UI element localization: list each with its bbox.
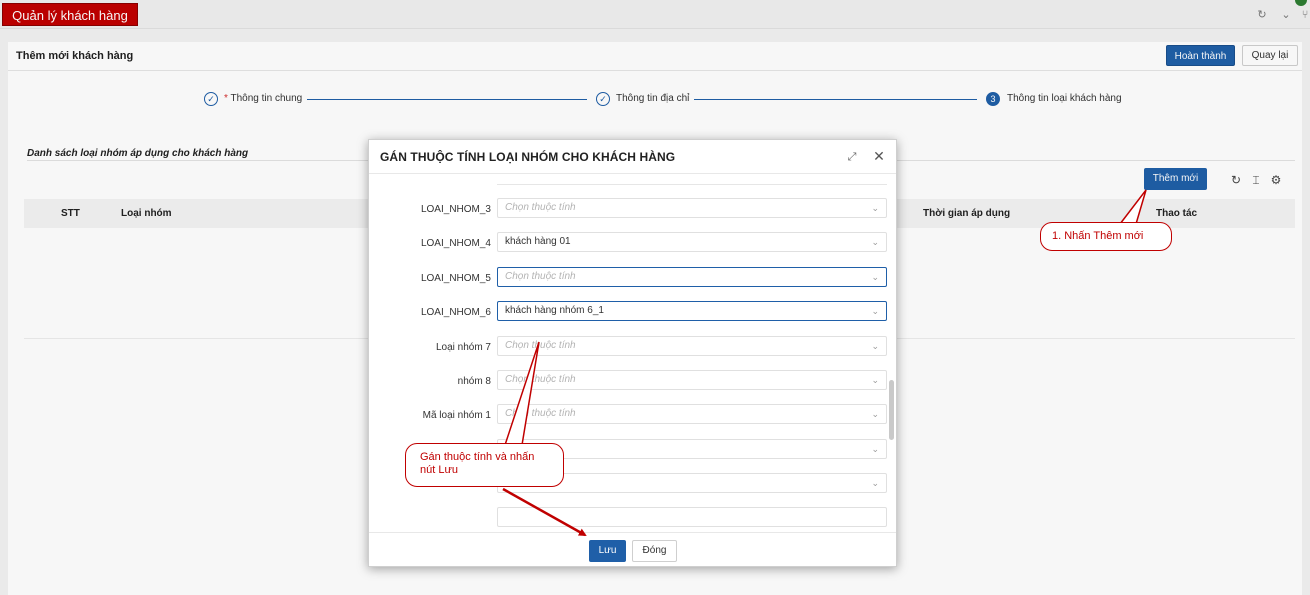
select-placeholder: Chọn thuộc tính [505, 340, 576, 351]
field-label: Mã loại nhóm 1 [422, 410, 491, 421]
select-value: khách hàng nhóm 6_1 [505, 305, 604, 316]
save-button[interactable]: Lưu [589, 540, 626, 562]
chevron-down-icon: ⌄ [871, 478, 879, 488]
callout-click-add: 1. Nhấn Thêm mới [1040, 222, 1172, 251]
chevron-down-icon: ⌄ [871, 272, 879, 282]
select-value: khách hàng 01 [505, 236, 571, 247]
select-loai-nhom-7[interactable]: Chọn thuộc tính ⌄ [497, 336, 887, 356]
field-label: LOAI_NHOM_5 [420, 273, 491, 284]
chevron-down-icon: ⌄ [871, 375, 879, 385]
field-label: nhóm 8 [457, 376, 491, 387]
select-loai-nhom-5[interactable]: Chọn thuộc tính ⌄ [497, 267, 887, 287]
chevron-down-icon: ⌄ [871, 341, 879, 351]
select-field[interactable] [497, 507, 887, 527]
chevron-down-icon: ⌄ [871, 237, 879, 247]
field-label: LOAI_NHOM_4 [420, 238, 491, 249]
expand-icon[interactable]: ⤢ [844, 149, 860, 165]
scrollbar-thumb[interactable] [889, 380, 894, 440]
select-loai-nhom-6[interactable]: khách hàng nhóm 6_1 ⌄ [497, 301, 887, 321]
chevron-down-icon: ⌄ [871, 409, 879, 419]
assign-attribute-modal: GÁN THUỘC TÍNH LOẠI NHÓM CHO KHÁCH HÀNG … [368, 139, 897, 567]
callout-assign-save: Gán thuộc tính và nhấn nút Lưu [405, 443, 564, 487]
modal-title: GÁN THUỘC TÍNH LOẠI NHÓM CHO KHÁCH HÀNG [380, 150, 676, 164]
select-placeholder: Chọn thuộc tính [505, 271, 576, 282]
field-label: LOAI_NHOM_6 [420, 307, 491, 318]
select-nhom-8[interactable]: Chọn thuộc tính ⌄ [497, 370, 887, 390]
select-loai-nhom-3[interactable]: Chọn thuộc tính ⌄ [497, 198, 887, 218]
chevron-down-icon: ⌄ [871, 306, 879, 316]
select-loai-nhom-4[interactable]: khách hàng 01 ⌄ [497, 232, 887, 252]
select-field-partial [497, 184, 887, 185]
chevron-down-icon: ⌄ [871, 444, 879, 454]
field-label: Loại nhóm 7 [435, 342, 491, 353]
callout-text: Gán thuộc tính và nhấn [420, 451, 535, 463]
select-placeholder: Chọn thuộc tính [505, 374, 576, 385]
select-ma-loai-nhom-1[interactable]: Chọn thuộc tính ⌄ [497, 404, 887, 424]
field-label: LOAI_NHOM_3 [420, 204, 491, 215]
callout-text: nút Lưu [420, 464, 458, 476]
select-placeholder: Chọn thuộc tính [505, 408, 576, 419]
chevron-down-icon: ⌄ [871, 203, 879, 213]
close-icon[interactable]: ✕ [871, 148, 887, 164]
divider [369, 532, 896, 533]
select-placeholder: Chọn thuộc tính [505, 202, 576, 213]
close-button[interactable]: Đóng [632, 540, 677, 562]
